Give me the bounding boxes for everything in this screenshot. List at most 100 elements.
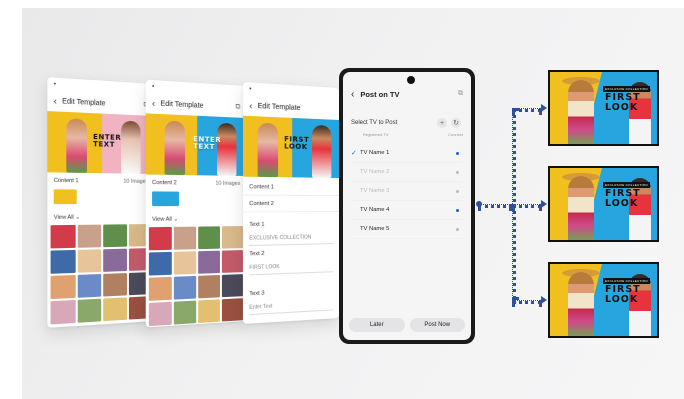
back-arrow-icon[interactable]: ‹ xyxy=(249,100,252,111)
content-row[interactable]: Content 2 xyxy=(243,196,339,213)
content-count: 10 Images xyxy=(215,181,240,187)
grid-image[interactable] xyxy=(174,276,196,300)
grid-image[interactable] xyxy=(222,226,243,249)
refresh-icon[interactable]: ↻ xyxy=(451,118,461,128)
add-icon[interactable]: + xyxy=(437,118,447,128)
tv-list-item[interactable]: TV Name 3 xyxy=(351,182,463,201)
grid-image[interactable] xyxy=(77,249,101,273)
grid-image[interactable] xyxy=(103,249,126,272)
template-preview[interactable]: ENTER TEXT xyxy=(146,113,246,176)
template-preview[interactable]: FIRST LOOK xyxy=(243,116,339,178)
connector-line xyxy=(478,204,512,208)
tv-display-3: EXCLUSIVE COLLECTION FIRST LOOK xyxy=(548,262,659,338)
connect-header: Connect xyxy=(448,132,463,137)
grid-image[interactable] xyxy=(149,227,172,250)
text-field-2[interactable]: FIRST LOOK xyxy=(249,258,333,275)
grid-image[interactable] xyxy=(174,227,196,250)
content-thumbnail[interactable] xyxy=(54,189,77,204)
grid-image[interactable] xyxy=(51,225,76,249)
arrow-right-icon xyxy=(541,104,547,112)
grid-image[interactable] xyxy=(51,300,76,324)
grid-image[interactable] xyxy=(222,274,243,297)
promo-headline: FIRST LOOK xyxy=(605,285,635,305)
arrow-right-icon xyxy=(541,296,547,304)
content-row[interactable]: Content 1 10 Images xyxy=(47,174,154,188)
back-arrow-icon[interactable]: ‹ xyxy=(54,95,57,106)
tv-name: TV Name 2 xyxy=(360,169,389,175)
tv-list-header: Registered TV Connect xyxy=(351,132,463,137)
image-grid xyxy=(146,224,246,327)
grid-image[interactable] xyxy=(77,225,101,248)
text-field-3[interactable]: Enter Text xyxy=(249,296,333,315)
grid-image[interactable] xyxy=(149,252,172,276)
arrow-right-icon xyxy=(541,200,547,208)
tv-name: TV Name 4 xyxy=(360,207,389,213)
post-on-tv-screen: ‹ Post on TV ⧉ Select TV to Post + ↻ Reg… xyxy=(343,72,471,340)
grid-image[interactable] xyxy=(77,299,101,323)
check-icon: ✓ xyxy=(351,149,360,157)
status-dot-icon xyxy=(456,171,459,174)
grid-image[interactable] xyxy=(174,301,196,325)
grid-image[interactable] xyxy=(198,275,220,298)
field-label: Text 1 xyxy=(243,218,339,229)
text-field-1[interactable]: EXCLUSIVE COLLECTION xyxy=(249,230,333,246)
grid-image[interactable] xyxy=(77,274,101,298)
hero-text: FIRST LOOK xyxy=(284,136,310,152)
grid-image[interactable] xyxy=(103,297,126,321)
model-image xyxy=(568,80,594,144)
tv-list-item[interactable]: TV Name 5 xyxy=(351,220,463,239)
template-preview[interactable]: ENTER TEXT xyxy=(47,111,154,174)
content-label: Content 2 xyxy=(152,180,177,187)
cast-icon[interactable]: ⧉ xyxy=(235,103,240,111)
content-row[interactable]: Content 2 10 Images xyxy=(146,177,246,190)
cast-icon[interactable]: ⧉ xyxy=(458,90,463,98)
tv-display-1: EXCLUSIVE COLLECTION FIRST LOOK xyxy=(548,70,659,146)
connector-line xyxy=(512,204,542,208)
status-dot-icon xyxy=(456,228,459,231)
edit-template-screen-1: • ‹ Edit Template ⧉ ENTER TEXT Content 1… xyxy=(47,77,154,328)
back-arrow-icon[interactable]: ‹ xyxy=(351,89,354,100)
grid-image[interactable] xyxy=(103,273,126,296)
tv-name: TV Name 3 xyxy=(360,188,389,194)
image-grid xyxy=(47,222,154,327)
tv-list-item[interactable]: ✓ TV Name 1 xyxy=(351,144,463,163)
phone-device: ‹ Post on TV ⧉ Select TV to Post + ↻ Reg… xyxy=(339,68,475,344)
grid-image[interactable] xyxy=(222,298,243,321)
model-image xyxy=(568,176,594,240)
grid-image[interactable] xyxy=(198,251,220,274)
screen-title: Edit Template xyxy=(258,102,301,111)
content-label: Content 2 xyxy=(249,200,274,206)
promo-headline: FIRST LOOK xyxy=(605,93,635,113)
screen-header: ‹ Post on TV ⧉ xyxy=(343,86,471,102)
grid-image[interactable] xyxy=(51,275,76,299)
promo-headline: FIRST LOOK xyxy=(605,189,635,209)
back-arrow-icon[interactable]: ‹ xyxy=(152,98,155,109)
edit-template-screen-2: • ‹ Edit Template ⧉ ENTER TEXT Content 2… xyxy=(146,80,246,328)
content-label: Content 1 xyxy=(54,178,79,185)
later-button[interactable]: Later xyxy=(349,318,405,332)
grid-image[interactable] xyxy=(174,251,196,274)
grid-image[interactable] xyxy=(149,277,172,301)
screen-title: Post on TV xyxy=(360,90,399,99)
registered-tv-header: Registered TV xyxy=(363,132,389,137)
connected-dot-icon xyxy=(456,152,459,155)
tv-list-item[interactable]: TV Name 4 xyxy=(351,201,463,220)
content-thumbnail[interactable] xyxy=(152,191,179,206)
connector-node-icon xyxy=(476,201,482,207)
camera-notch xyxy=(407,76,415,84)
grid-image[interactable] xyxy=(103,224,126,247)
content-row[interactable]: Content 1 xyxy=(243,179,339,196)
content-count: 10 Images xyxy=(123,179,148,185)
tv-display-2: EXCLUSIVE COLLECTION FIRST LOOK xyxy=(548,166,659,242)
field-label: Text 2 xyxy=(243,246,339,259)
grid-image[interactable] xyxy=(51,250,76,274)
grid-image[interactable] xyxy=(198,226,220,249)
tv-list-item[interactable]: TV Name 2 xyxy=(351,163,463,182)
grid-image[interactable] xyxy=(198,299,220,323)
grid-image[interactable] xyxy=(149,302,172,326)
tv-list: ✓ TV Name 1 TV Name 2 TV Name 3 TV Name … xyxy=(351,144,463,239)
post-now-button[interactable]: Post Now xyxy=(410,318,466,332)
connector-line xyxy=(512,300,542,304)
grid-image[interactable] xyxy=(222,250,243,273)
section-label: Select TV to Post xyxy=(351,120,397,126)
